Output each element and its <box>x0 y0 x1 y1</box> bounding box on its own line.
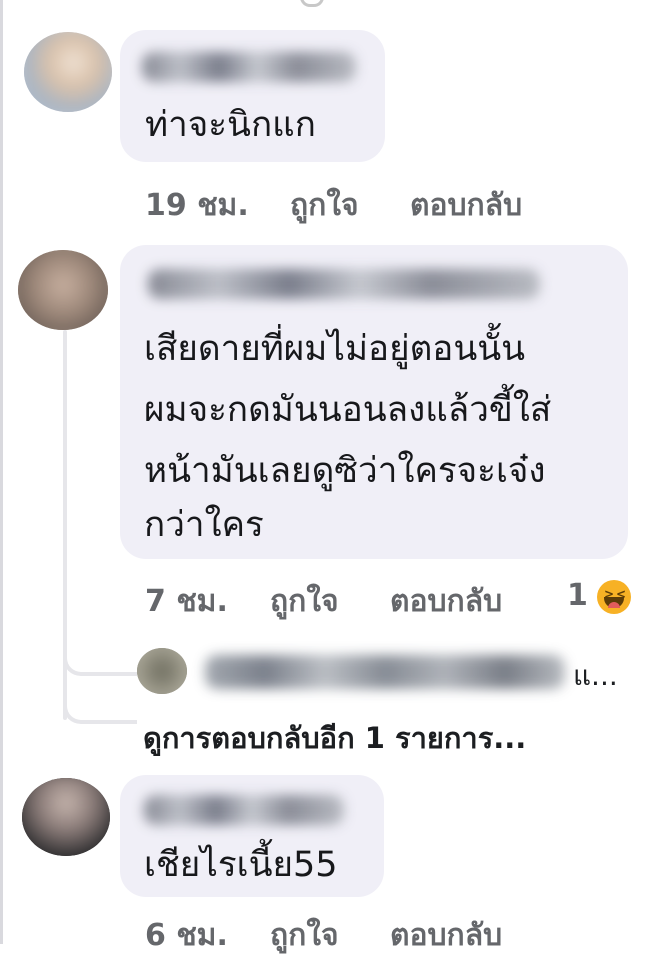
reply-preview-suffix: แ... <box>573 659 618 692</box>
top-ui-fragment <box>300 0 324 7</box>
reply-preview-blurred[interactable] <box>205 655 565 689</box>
reply-button[interactable]: ตอบกลับ <box>390 578 502 625</box>
like-button[interactable]: ถูกใจ <box>290 182 359 229</box>
thread-branch <box>63 650 137 676</box>
author-name-blurred[interactable] <box>144 795 344 825</box>
timestamp[interactable]: 19 ชม. <box>145 182 249 229</box>
comment-bubble: เสียดายที่ผมไม่อยู่ตอนนั้น ผมจะกดมันนอนล… <box>120 245 628 559</box>
timestamp[interactable]: 7 ชม. <box>145 578 228 625</box>
reply-button[interactable]: ตอบกลับ <box>410 182 522 229</box>
avatar[interactable] <box>22 778 110 856</box>
window-edge <box>0 0 3 944</box>
thread-branch <box>63 698 137 724</box>
comment-bubble: เชียไรเนี้ย55 <box>120 775 384 897</box>
view-more-replies-link[interactable]: ดูการตอบกลับอีก 1 รายการ... <box>143 715 526 761</box>
like-button[interactable]: ถูกใจ <box>270 578 339 625</box>
haha-emoji-icon[interactable]: > < <box>597 580 631 614</box>
comment-text-line: เสียดายที่ผมไม่อยู่ตอนนั้น <box>144 329 526 369</box>
comment-text-line: หน้ามันเลยดูซิว่าใครจะเจ๋ง <box>144 451 546 491</box>
author-name-blurred[interactable] <box>148 269 540 299</box>
reaction-count[interactable]: 1 <box>567 578 588 613</box>
comment-text-line: ผมจะกดมันนอนลงแล้วขี้ใส่ <box>144 390 552 430</box>
comment-text: เชียไรเนี้ย55 <box>144 845 338 885</box>
comment-text-line: กว่าใคร <box>144 505 264 545</box>
comment-text: ท่าจะนิกแก <box>145 105 316 145</box>
reply-button[interactable]: ตอบกลับ <box>390 912 502 959</box>
avatar[interactable] <box>137 648 187 694</box>
author-name-blurred[interactable] <box>142 52 356 82</box>
avatar[interactable] <box>24 32 112 112</box>
comment-bubble: ท่าจะนิกแก <box>120 30 385 162</box>
timestamp[interactable]: 6 ชม. <box>145 912 228 959</box>
avatar[interactable] <box>18 250 108 330</box>
like-button[interactable]: ถูกใจ <box>270 912 339 959</box>
